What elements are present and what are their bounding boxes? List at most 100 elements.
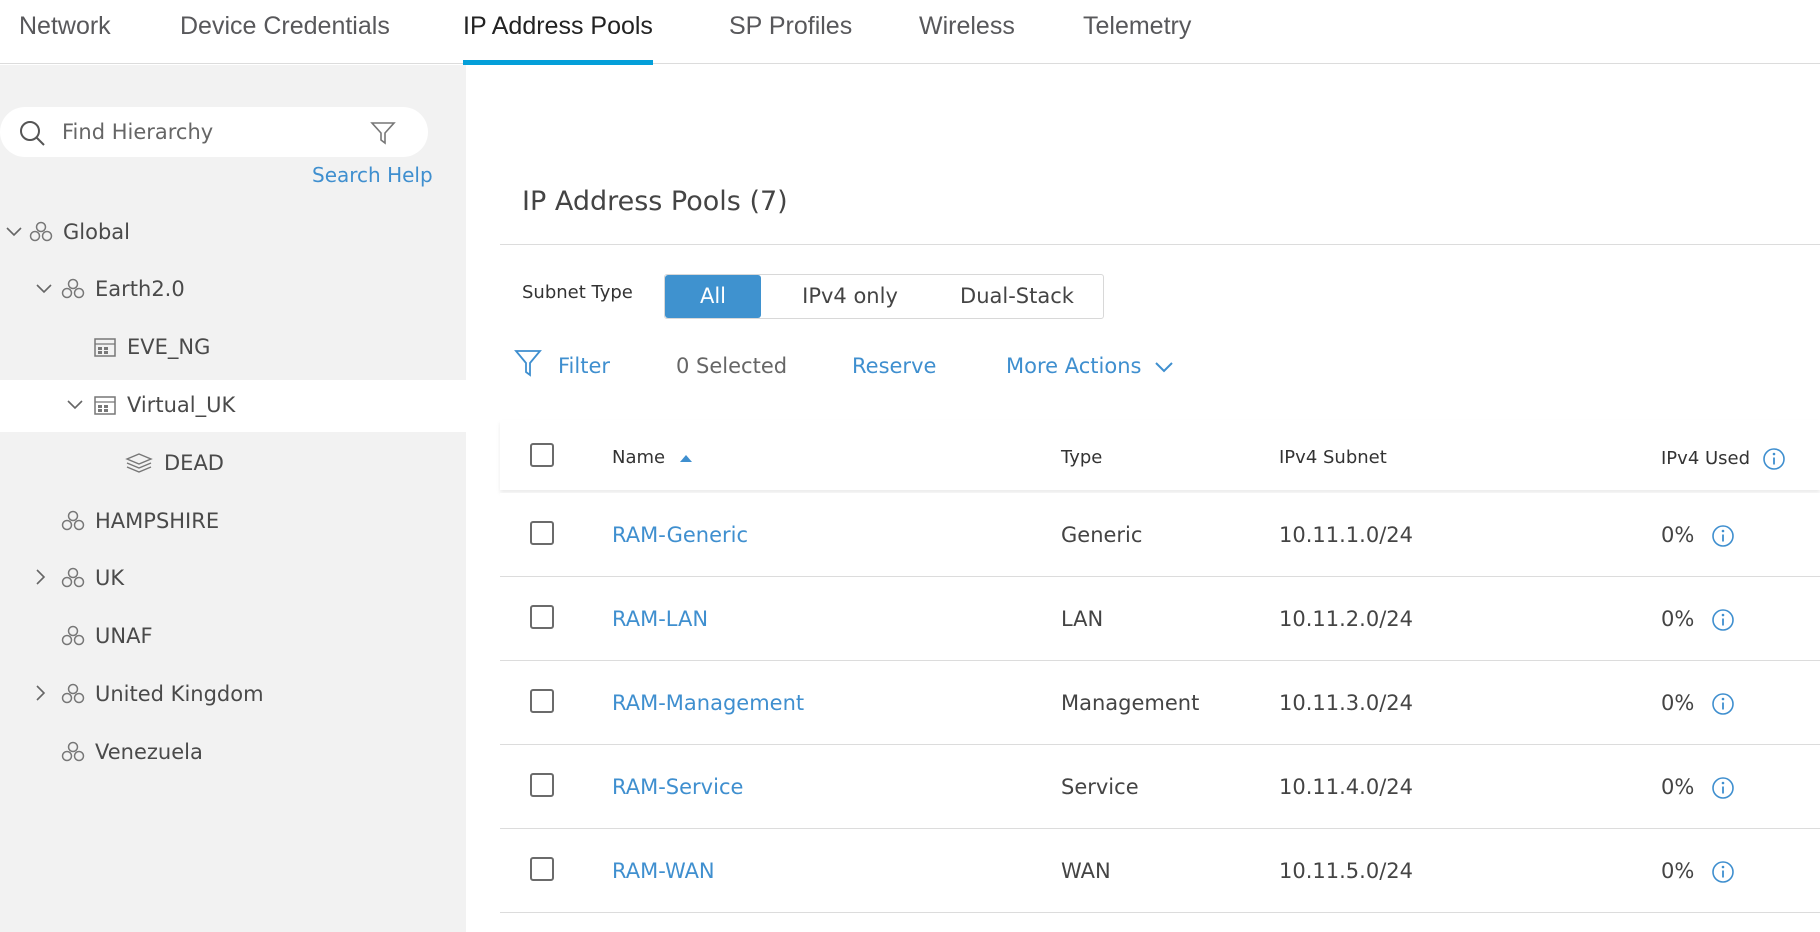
tree-item-hampshire[interactable]: HAMPSHIRE [0, 496, 466, 548]
column-header-label: IPv4 Used [1661, 448, 1751, 469]
pool-used: 0% [1661, 775, 1695, 799]
pool-type: LAN [1061, 607, 1104, 631]
subnet-type-segmented-control: All IPv4 only Dual-Stack [664, 274, 1104, 319]
tab-sp-profiles[interactable]: SP Profiles [729, 0, 852, 64]
tab-wireless[interactable]: Wireless [919, 0, 1015, 64]
pool-type: Generic [1061, 523, 1143, 547]
tree-item-virtual-uk[interactable]: Virtual_UK [0, 380, 466, 432]
subnet-type-ipv4-button[interactable]: IPv4 only [775, 275, 925, 318]
area-icon [61, 278, 85, 299]
tree-item-united-kingdom[interactable]: United Kingdom [0, 669, 466, 721]
info-icon[interactable] [1711, 692, 1735, 716]
pool-used: 0% [1661, 691, 1695, 715]
info-icon[interactable] [1711, 608, 1735, 632]
column-header-ipv4-subnet[interactable]: IPv4 Subnet [1279, 447, 1387, 468]
subnet-type-label: Subnet Type [522, 282, 633, 303]
pool-name-link[interactable]: RAM-WAN [612, 859, 715, 883]
row-checkbox[interactable] [530, 689, 554, 713]
more-actions-button[interactable]: More Actions [1006, 354, 1174, 378]
column-header-type[interactable]: Type [1061, 447, 1102, 468]
divider [500, 244, 1820, 245]
tree-item-uk[interactable]: UK [0, 553, 466, 605]
reserve-button[interactable]: Reserve [852, 354, 936, 378]
select-all-checkbox[interactable] [530, 443, 554, 467]
pool-subnet: 10.11.4.0/24 [1279, 775, 1413, 799]
tree-item-label: EVE_NG [127, 335, 211, 359]
hierarchy-search-input[interactable] [62, 115, 352, 149]
filter-icon[interactable] [370, 121, 396, 145]
table-row: RAM-Management Management 10.11.3.0/24 0… [500, 661, 1820, 745]
hierarchy-search-box [0, 107, 428, 157]
pool-type: Service [1061, 775, 1139, 799]
table-row: RAM-Generic Generic 10.11.1.0/24 0% [500, 493, 1820, 577]
tree-item-venezuela[interactable]: Venezuela [0, 727, 466, 779]
info-icon[interactable] [1711, 776, 1735, 800]
area-icon [61, 510, 85, 531]
tree-item-global[interactable]: Global [0, 207, 466, 259]
tree-item-label: Earth2.0 [95, 277, 185, 301]
area-icon [61, 567, 85, 588]
subnet-type-all-button[interactable]: All [665, 275, 761, 318]
tab-network[interactable]: Network [19, 0, 111, 64]
pool-subnet: 10.11.2.0/24 [1279, 607, 1413, 631]
more-actions-label: More Actions [1006, 354, 1142, 378]
table-row: RAM-WAN WAN 10.11.5.0/24 0% [500, 829, 1820, 913]
column-header-ipv4-used[interactable]: IPv4 Used [1661, 447, 1786, 471]
area-icon [29, 221, 53, 242]
pool-used: 0% [1661, 859, 1695, 883]
tree-item-label: Venezuela [95, 740, 203, 764]
pool-type: WAN [1061, 859, 1111, 883]
pool-name-link[interactable]: RAM-LAN [612, 607, 708, 631]
chevron-right-icon[interactable] [30, 683, 50, 703]
filter-icon[interactable] [514, 348, 542, 378]
tree-item-unaf[interactable]: UNAF [0, 611, 466, 663]
floor-icon [125, 453, 153, 473]
sort-ascending-icon [679, 455, 692, 462]
search-help-link[interactable]: Search Help [312, 163, 433, 187]
chevron-down-icon[interactable] [34, 278, 54, 298]
row-checkbox[interactable] [530, 773, 554, 797]
pool-name-link[interactable]: RAM-Generic [612, 523, 748, 547]
pool-type: Management [1061, 691, 1200, 715]
pool-subnet: 10.11.1.0/24 [1279, 523, 1413, 547]
tree-item-label: DEAD [164, 451, 224, 475]
chevron-down-icon [1155, 362, 1173, 373]
area-icon [61, 741, 85, 762]
column-header-name[interactable]: Name [612, 447, 693, 468]
pool-subnet: 10.11.3.0/24 [1279, 691, 1413, 715]
pool-name-link[interactable]: RAM-Service [612, 775, 743, 799]
table-header: Name Type IPv4 Subnet IPv4 Used [500, 420, 1820, 490]
area-icon [61, 683, 85, 704]
building-icon [94, 338, 116, 357]
tree-item-label: UNAF [95, 624, 153, 648]
search-icon [20, 121, 45, 146]
filter-button[interactable]: Filter [558, 354, 610, 378]
column-header-label: Name [612, 447, 666, 468]
tab-device-credentials[interactable]: Device Credentials [180, 0, 390, 64]
tab-telemetry[interactable]: Telemetry [1083, 0, 1191, 64]
page-title: IP Address Pools (7) [522, 186, 788, 217]
row-checkbox[interactable] [530, 857, 554, 881]
info-icon[interactable] [1711, 860, 1735, 884]
selected-count: 0 Selected [676, 354, 788, 378]
tree-item-label: Virtual_UK [127, 393, 236, 417]
chevron-down-icon[interactable] [65, 394, 85, 414]
info-icon[interactable] [1711, 524, 1735, 548]
pool-subnet: 10.11.5.0/24 [1279, 859, 1413, 883]
tab-ip-address-pools[interactable]: IP Address Pools [463, 0, 653, 65]
subnet-type-dual-stack-button[interactable]: Dual-Stack [937, 275, 1097, 318]
tree-item-label: United Kingdom [95, 682, 264, 706]
chevron-right-icon[interactable] [30, 567, 50, 587]
tree-item-dead[interactable]: DEAD [0, 438, 466, 490]
chevron-down-icon[interactable] [4, 221, 24, 241]
row-checkbox[interactable] [530, 521, 554, 545]
info-icon[interactable] [1762, 447, 1786, 471]
area-icon [61, 625, 85, 646]
tree-item-label: UK [95, 566, 125, 590]
pool-name-link[interactable]: RAM-Management [612, 691, 804, 715]
row-checkbox[interactable] [530, 605, 554, 629]
tree-item-eve-ng[interactable]: EVE_NG [0, 322, 466, 374]
tree-item-label: Global [63, 220, 130, 244]
tree-item-earth2[interactable]: Earth2.0 [0, 264, 466, 316]
pool-used: 0% [1661, 607, 1695, 631]
